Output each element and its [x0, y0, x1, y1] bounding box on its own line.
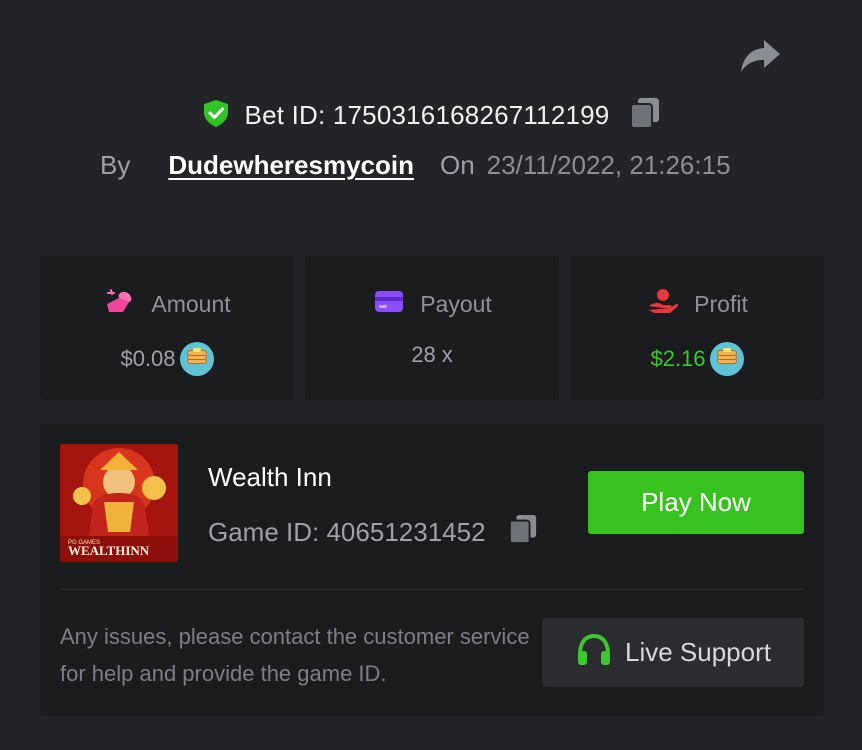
profit-card: Profit $2.16	[570, 256, 824, 400]
game-panel: PG GAMES WEALTHINN Wealth Inn Game ID: 4…	[40, 424, 824, 716]
amount-label: Amount	[151, 290, 231, 317]
bet-id: Bet ID: 1750316168267112199	[244, 100, 610, 130]
game-id: Game ID: 40651231452	[208, 517, 486, 547]
amount-value: $0.08	[120, 346, 176, 371]
bet-id-row: Bet ID: 1750316168267112199	[0, 96, 862, 135]
play-now-button[interactable]: Play Now	[588, 471, 804, 534]
profit-label: Profit	[694, 290, 748, 317]
amount-card: Amount $0.08	[40, 256, 294, 400]
bet-datetime: 23/11/2022, 21:26:15	[486, 150, 731, 180]
money-bag-icon	[103, 286, 137, 322]
payout-card: Payout 28 x	[305, 256, 559, 400]
bet-author-row: By Dudewheresmycoin On 23/11/2022, 21:26…	[100, 150, 731, 181]
pancake-coin-icon	[709, 342, 744, 376]
copy-game-id-icon[interactable]	[508, 512, 538, 553]
verified-shield-icon	[201, 98, 231, 133]
by-label: By	[100, 150, 131, 180]
on-label: On	[439, 150, 475, 180]
card-icon	[372, 286, 406, 322]
headset-icon	[575, 632, 613, 673]
copy-bet-id-icon[interactable]	[623, 96, 661, 135]
game-id-row: Game ID: 40651231452	[208, 512, 538, 553]
hand-coin-icon	[646, 286, 680, 322]
pancake-coin-icon	[179, 342, 214, 376]
thumbnail-title: WEALTHINN	[68, 543, 150, 558]
payout-value: 28 x	[411, 342, 453, 367]
share-icon[interactable]	[738, 36, 782, 76]
live-support-button[interactable]: Live Support	[542, 618, 804, 687]
profit-value: $2.16	[650, 346, 706, 371]
game-name: Wealth Inn	[208, 462, 332, 492]
username-link[interactable]: Dudewheresmycoin	[168, 150, 414, 181]
divider	[60, 589, 804, 590]
live-support-label: Live Support	[625, 637, 771, 667]
payout-label: Payout	[420, 290, 492, 317]
game-thumbnail[interactable]: PG GAMES WEALTHINN	[60, 444, 178, 562]
support-message: Any issues, please contact the customer …	[60, 624, 530, 686]
